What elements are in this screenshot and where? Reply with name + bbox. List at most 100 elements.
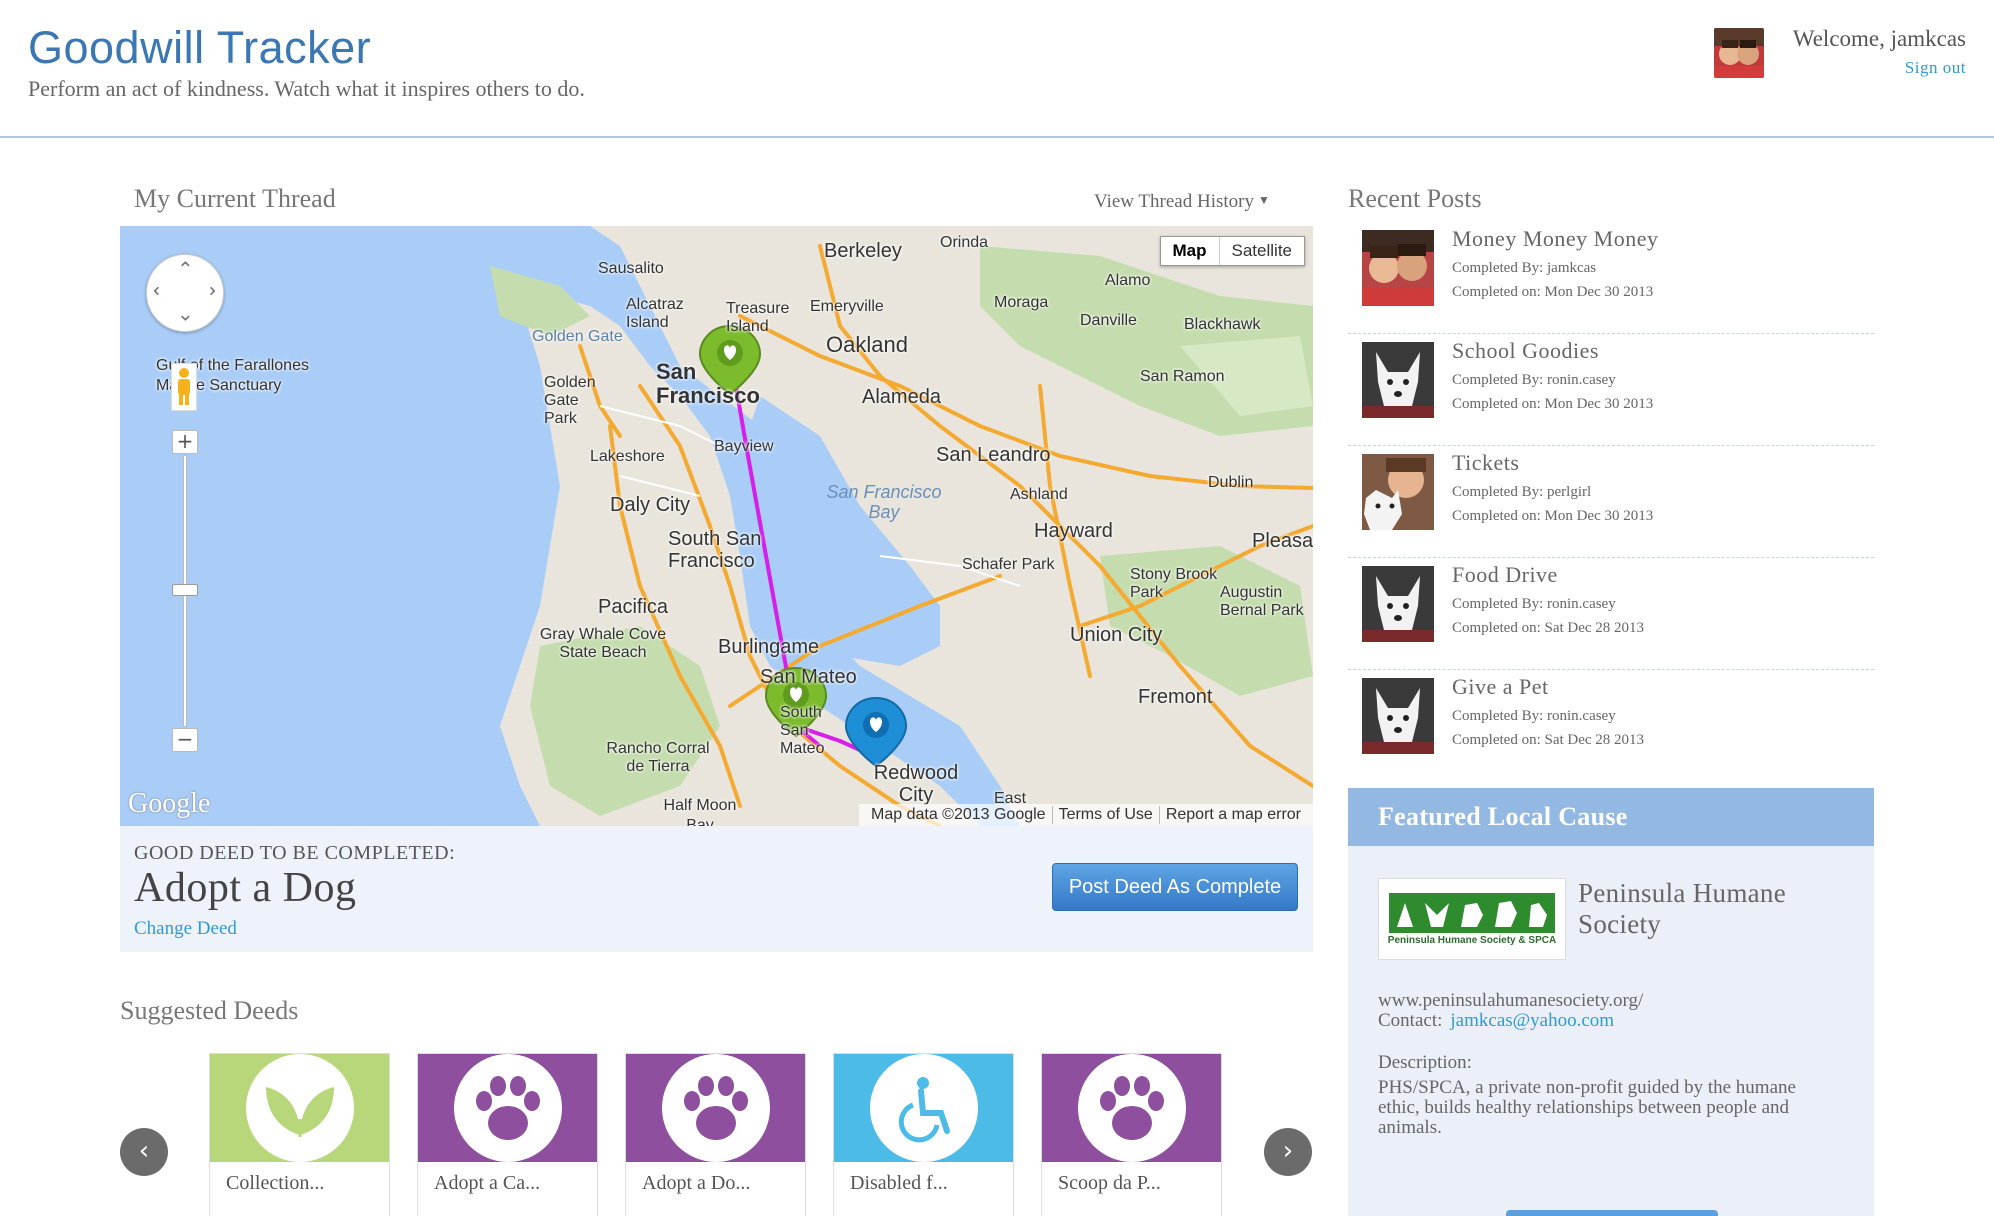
report-map-error-link[interactable]: Report a map error <box>1158 806 1307 824</box>
map-type-control: Map Satellite <box>1159 236 1305 266</box>
deed-label: GOOD DEED TO BE COMPLETED: <box>134 842 456 864</box>
map-label: Ashland <box>1010 486 1068 503</box>
suggested-deeds-title: Suggested Deeds <box>120 996 299 1025</box>
pan-right-icon[interactable]: ⌃ <box>195 283 219 300</box>
paw-icon <box>683 1076 748 1140</box>
map-label: San Francisco <box>656 359 760 408</box>
post-completed-on: Completed on: Mon Dec 30 2013 <box>1452 508 1654 524</box>
suggested-deed-card[interactable]: Adopt a Do... <box>625 1053 806 1216</box>
google-logo: Google <box>128 788 211 819</box>
carousel-prev-button[interactable]: ‹ <box>120 1128 168 1176</box>
zoom-slider-handle[interactable] <box>172 584 198 596</box>
map-label: San Mateo <box>760 666 857 688</box>
deed-card-label: Scoop da P... <box>1058 1172 1161 1194</box>
thread-history-label: View Thread History <box>1094 191 1254 212</box>
post-deed-complete-button[interactable]: Post Deed As Complete <box>1052 863 1298 911</box>
sign-out-link[interactable]: Sign out <box>1905 58 1966 78</box>
post-completed-on: Completed on: Sat Dec 28 2013 <box>1452 620 1645 636</box>
map-label: Pleasan <box>1252 530 1313 552</box>
map-label: Alamo <box>1105 272 1151 289</box>
suggested-deed-card[interactable]: Adopt a Ca... <box>417 1053 598 1216</box>
map-label: San Leandro <box>936 444 1051 466</box>
pan-left-icon[interactable]: ⌃ <box>149 283 173 300</box>
map-view[interactable]: Sausalito Berkeley Orinda Alamo Emeryvil… <box>120 226 1313 826</box>
map-label: Oakland <box>826 332 908 357</box>
suggested-deed-card[interactable]: Disabled f... <box>833 1053 1014 1216</box>
pan-up-icon[interactable]: ⌃ <box>177 257 194 281</box>
caret-down-icon: ▼ <box>1257 193 1270 207</box>
deed-card-art <box>1042 1054 1221 1162</box>
map-label: Half Moon Bay <box>663 797 737 826</box>
map-data-attribution: Map data ©2013 Google <box>871 806 1046 823</box>
avatar <box>1362 342 1434 418</box>
deed-card-art <box>210 1054 389 1162</box>
welcome-text: Welcome, jamkcas <box>1792 26 1966 51</box>
thread-history-dropdown[interactable]: View Thread History ▼ <box>1094 191 1270 213</box>
description-label: Description: <box>1378 1052 1472 1073</box>
deed-panel: GOOD DEED TO BE COMPLETED: Adopt a Dog C… <box>120 826 1313 952</box>
avatar <box>1362 230 1434 306</box>
pan-control[interactable]: ⌃ ⌃ ⌃ ⌃ <box>146 254 224 332</box>
paw-icon <box>1099 1076 1164 1140</box>
recent-posts-title: Recent Posts <box>1348 184 1482 213</box>
map-footer: Map data ©2013 Google Terms of Use Repor… <box>859 804 1313 826</box>
recent-post-item[interactable]: Food Drive Completed By: ronin.casey Com… <box>1348 558 1874 670</box>
deed-card-label: Disabled f... <box>850 1172 948 1194</box>
featured-cause-panel: Featured Local Cause Peninsula Humane So… <box>1348 788 1874 1216</box>
terms-of-use-link[interactable]: Terms of Use <box>1051 806 1159 824</box>
contact-label: Contact: <box>1378 1010 1443 1031</box>
recent-post-item[interactable]: School Goodies Completed By: ronin.casey… <box>1348 334 1874 446</box>
map-label: Lakeshore <box>590 448 665 465</box>
recent-post-item[interactable]: Tickets Completed By: perlgirl Completed… <box>1348 446 1874 558</box>
page-header: Goodwill Tracker Perform an act of kindn… <box>0 0 1994 138</box>
street-view-pegman-icon[interactable] <box>171 363 197 411</box>
post-title[interactable]: Give a Pet <box>1452 674 1549 700</box>
map-label: Emeryville <box>810 298 884 315</box>
zoom-in-button[interactable]: + <box>172 430 198 454</box>
deed-card-label: Collection... <box>226 1172 325 1194</box>
app-tagline: Perform an act of kindness. Watch what i… <box>28 76 585 101</box>
map-label: Sausalito <box>598 260 664 277</box>
suggested-deed-card[interactable]: Collection... <box>209 1053 390 1216</box>
map-label: Alcatraz Island <box>626 296 684 331</box>
org-logo[interactable]: Peninsula Humane Society & SPCA <box>1378 878 1566 960</box>
change-deed-link[interactable]: Change Deed <box>134 918 237 940</box>
map-label: Union City <box>1070 624 1163 646</box>
deed-card-art <box>626 1054 805 1162</box>
deed-title: Adopt a Dog <box>134 865 357 911</box>
deed-card-art <box>834 1054 1013 1162</box>
map-type-map-button[interactable]: Map <box>1161 237 1220 265</box>
deed-card-label: Adopt a Do... <box>642 1172 751 1194</box>
carousel-next-button[interactable]: › <box>1264 1128 1312 1176</box>
map-label: Bayview <box>714 438 774 455</box>
map-label: Redwood City <box>873 762 959 806</box>
post-title[interactable]: School Goodies <box>1452 338 1599 364</box>
map-label: Orinda <box>940 234 989 251</box>
map-label: Schafer Park <box>962 556 1055 573</box>
post-completed-by: Completed By: jamkcas <box>1452 260 1597 276</box>
avatar <box>1362 566 1434 642</box>
featured-action-button[interactable] <box>1506 1210 1718 1216</box>
post-title[interactable]: Tickets <box>1452 450 1519 476</box>
recent-post-item[interactable]: Money Money Money Completed By: jamkcas … <box>1348 222 1874 334</box>
org-contact: Contact: jamkcas@yahoo.com <box>1378 1010 1614 1032</box>
map-label: Treasure Island <box>726 300 790 335</box>
zoom-out-button[interactable]: − <box>172 728 198 752</box>
post-completed-by: Completed By: ronin.casey <box>1452 596 1616 612</box>
map-label: Rancho Corral de Tierra <box>606 740 710 775</box>
contact-email-link[interactable]: jamkcas@yahoo.com <box>1450 1010 1614 1031</box>
app-title[interactable]: Goodwill Tracker <box>28 22 371 74</box>
pan-down-icon[interactable]: ⌃ <box>177 301 194 325</box>
post-completed-by: Completed By: ronin.casey <box>1452 372 1616 388</box>
map-label: Gray Whale Cove State Beach <box>539 626 667 661</box>
suggested-deed-card[interactable]: Scoop da P... <box>1041 1053 1222 1216</box>
map-label: Golden Gate <box>532 328 623 345</box>
map-label: Dublin <box>1208 474 1254 491</box>
recent-post-item[interactable]: Give a Pet Completed By: ronin.casey Com… <box>1348 670 1874 782</box>
map-label: Burlingame <box>718 636 820 658</box>
post-title[interactable]: Money Money Money <box>1452 226 1658 252</box>
map-label: Golden Gate Park <box>544 374 596 427</box>
map-type-satellite-button[interactable]: Satellite <box>1220 237 1304 265</box>
user-avatar[interactable] <box>1714 28 1764 78</box>
post-title[interactable]: Food Drive <box>1452 562 1558 588</box>
